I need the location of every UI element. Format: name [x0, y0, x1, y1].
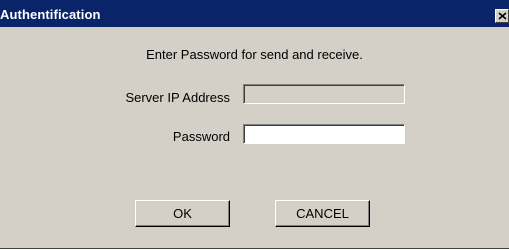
password-field[interactable] — [243, 124, 405, 144]
window-title: Authentification — [0, 7, 101, 22]
title-bar[interactable]: Authentification — [0, 0, 509, 27]
close-button[interactable] — [495, 9, 509, 23]
password-label: Password — [172, 129, 230, 144]
server-ip-label: Server IP Address — [125, 90, 230, 105]
close-icon — [498, 12, 507, 20]
server-ip-field[interactable] — [243, 84, 405, 104]
ok-button[interactable]: OK — [135, 200, 230, 227]
authentification-dialog: Authentification Enter Password for send… — [0, 0, 509, 249]
cancel-button[interactable]: CANCEL — [275, 200, 370, 227]
prompt-text: Enter Password for send and receive. — [146, 47, 363, 62]
